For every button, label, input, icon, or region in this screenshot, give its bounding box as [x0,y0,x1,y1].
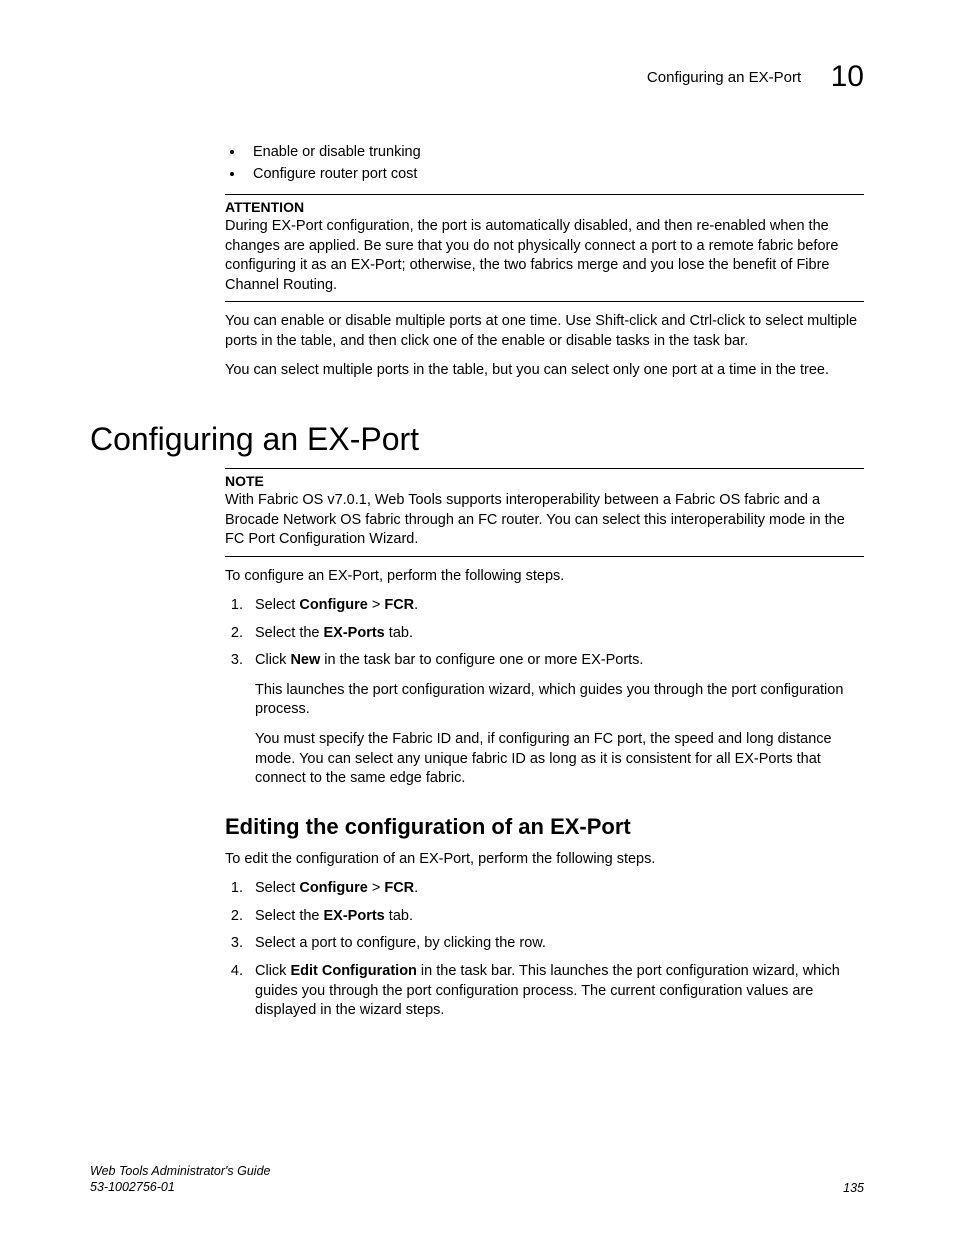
step-bold: Configure [299,880,367,896]
steps-list: Select Configure > FCR. Select the EX-Po… [225,879,864,1020]
note-label: NOTE [225,473,864,489]
rule [225,556,864,557]
step-bold: Configure [299,597,367,613]
step-text: Select the [255,908,324,924]
step-bold: FCR [384,880,414,896]
step-bold: EX-Ports [324,625,385,641]
paragraph: You can select multiple ports in the tab… [225,361,864,381]
bullet-item: Enable or disable trunking [245,144,864,160]
step-bold: New [290,652,320,668]
paragraph: You can enable or disable multiple ports… [225,312,864,351]
rule [225,194,864,195]
step-text: Select the [255,625,324,641]
step-text: > [368,597,385,613]
step-item: Select the EX-Ports tab. [247,907,864,927]
attention-text: During EX-Port configuration, the port i… [225,217,864,295]
step-item: Select the EX-Ports tab. [247,624,864,644]
step-item: Click New in the task bar to configure o… [247,651,864,788]
step-item: Select Configure > FCR. [247,596,864,616]
step-subparagraph: This launches the port configuration wiz… [255,681,864,720]
step-text: > [368,880,385,896]
rule [225,301,864,302]
step-bold: FCR [384,597,414,613]
rule [225,468,864,469]
intro-paragraph: To edit the configuration of an EX-Port,… [225,850,864,870]
feature-bullets: Enable or disable trunking Configure rou… [225,144,864,182]
footer-left: Web Tools Administrator's Guide 53-10027… [90,1163,270,1196]
bullet-item: Configure router port cost [245,166,864,182]
step-text: . [414,880,418,896]
intro-paragraph: To configure an EX-Port, perform the fol… [225,567,864,587]
note-text: With Fabric OS v7.0.1, Web Tools support… [225,491,864,550]
step-text: tab. [385,625,413,641]
step-text: in the task bar to configure one or more… [320,652,643,668]
step-text: Click [255,652,290,668]
page-header: Configuring an EX-Port 10 [90,60,864,94]
step-text: tab. [385,908,413,924]
header-title: Configuring an EX-Port [647,69,801,86]
steps-list: Select Configure > FCR. Select the EX-Po… [225,596,864,789]
attention-label: ATTENTION [225,199,864,215]
footer-docnum: 53-1002756-01 [90,1179,270,1195]
step-text: . [414,597,418,613]
step-item: Select a port to configure, by clicking … [247,934,864,954]
step-item: Select Configure > FCR. [247,879,864,899]
step-text: Click [255,963,290,979]
step-text: Select a port to configure, by clicking … [255,935,546,951]
step-text: Select [255,880,299,896]
footer-guide: Web Tools Administrator's Guide [90,1163,270,1179]
section-heading: Configuring an EX-Port [90,421,864,458]
content-body: Enable or disable trunking Configure rou… [225,144,864,381]
step-item: Click Edit Configuration in the task bar… [247,962,864,1021]
step-subparagraph: You must specify the Fabric ID and, if c… [255,730,864,789]
page-footer: Web Tools Administrator's Guide 53-10027… [90,1163,864,1196]
step-text: Select [255,597,299,613]
step-bold: EX-Ports [324,908,385,924]
step-bold: Edit Configuration [290,963,416,979]
section-body: NOTE With Fabric OS v7.0.1, Web Tools su… [225,468,864,1021]
subsection-heading: Editing the configuration of an EX-Port [225,814,864,840]
page: Configuring an EX-Port 10 Enable or disa… [0,0,954,1235]
header-chapter: 10 [831,60,864,94]
footer-page: 135 [843,1181,864,1195]
